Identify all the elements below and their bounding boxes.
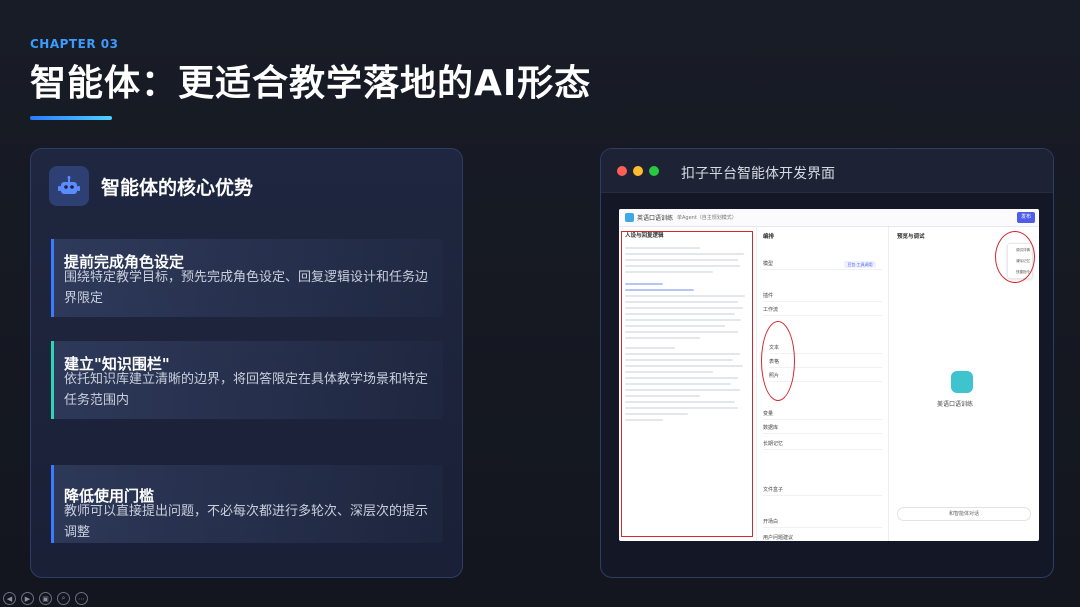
model-chip[interactable]: 豆包·工具调用 <box>844 261 876 268</box>
next-slide-button[interactable]: ▶ <box>21 592 34 605</box>
minimize-dot[interactable] <box>633 166 643 176</box>
item-desc: 依托知识库建立清晰的边界，将回答限定在具体教学场景和特定任务范围内 <box>64 372 429 408</box>
page-title: 智能体：更适合教学落地的AI形态 <box>30 63 592 104</box>
chat-input[interactable]: 和智能体对话 <box>897 507 1031 521</box>
chapter-label: CHAPTER 03 <box>30 37 119 51</box>
prev-slide-button[interactable]: ◀ <box>3 592 16 605</box>
title-underline <box>30 116 112 120</box>
app-name: 英语口语训练 <box>637 215 674 222</box>
advantage-item-threshold: 降低使用门槛 教师可以直接提出问题，不必每次都进行多轮次、深层次的提示调整 <box>51 465 443 543</box>
row-label: 模型 <box>763 261 774 267</box>
more-button[interactable]: ⋯ <box>75 592 88 605</box>
coze-window: 扣子平台智能体开发界面 英语口语训练 单Agent（自主规划模式） 发布 人设与… <box>600 148 1054 578</box>
close-dot[interactable] <box>617 166 627 176</box>
row-plugin[interactable]: 插件 <box>763 291 882 302</box>
row-label: 用户问题建议 <box>763 535 794 541</box>
item-desc: 围绕特定教学目标，预先完成角色设定、回复逻辑设计和任务边界限定 <box>64 270 429 306</box>
item-desc: 教师可以直接提出问题，不必每次都进行多轮次、深层次的提示调整 <box>64 504 429 540</box>
row-filebox[interactable]: 文件盒子 <box>763 485 882 496</box>
row-label: 数据库 <box>763 425 779 431</box>
presentation-toolbar: ◀ ▶ ▣ ⌕ ⋯ <box>3 592 88 605</box>
agent-mode[interactable]: 单Agent（自主规划模式） <box>677 214 737 221</box>
orchestration-title: 编排 <box>763 234 775 240</box>
row-model[interactable]: 模型 豆包·工具调用 <box>763 259 882 270</box>
window-title: 扣子平台智能体开发界面 <box>681 166 835 182</box>
row-label: 文件盒子 <box>763 487 784 493</box>
coze-screenshot: 英语口语训练 单Agent（自主规划模式） 发布 人设与回复逻辑 编排 模型 豆… <box>619 209 1039 541</box>
item-accent <box>51 465 54 543</box>
row-suggestions[interactable]: 用户问题建议 <box>763 533 882 541</box>
row-workflow[interactable]: 工作流 <box>763 305 882 316</box>
app-logo-icon <box>625 213 634 222</box>
item-accent <box>51 341 54 419</box>
card-title: 智能体的核心优势 <box>101 176 254 199</box>
row-label: 长期记忆 <box>763 441 784 447</box>
publish-button[interactable]: 发布 <box>1017 212 1035 223</box>
item-accent <box>51 239 54 317</box>
robot-icon <box>49 166 89 206</box>
row-database[interactable]: 数据库 <box>763 423 882 434</box>
row-label: 开场白 <box>763 519 779 525</box>
advantage-item-knowledge: 建立"知识围栏" 依托知识库建立清晰的边界，将回答限定在具体教学场景和特定任务范… <box>51 341 443 419</box>
card-header: 智能体的核心优势 <box>49 166 253 206</box>
row-variable[interactable]: 变量 <box>763 409 882 420</box>
window-titlebar: 扣子平台智能体开发界面 <box>601 149 1053 193</box>
core-advantages-card: 智能体的核心优势 提前完成角色设定 围绕特定教学目标，预先完成角色设定、回复逻辑… <box>30 148 463 578</box>
zoom-button[interactable]: ⌕ <box>57 592 70 605</box>
highlight-menu <box>995 231 1035 283</box>
row-label: 变量 <box>763 411 774 417</box>
highlight-knowledge <box>761 321 795 401</box>
advantage-item-role: 提前完成角色设定 围绕特定教学目标，预先完成角色设定、回复逻辑设计和任务边界限定 <box>51 239 443 317</box>
row-label: 工作流 <box>763 307 779 313</box>
row-label: 插件 <box>763 293 774 299</box>
bot-name: 美语口语训练 <box>937 401 974 408</box>
row-opening[interactable]: 开场白 <box>763 517 882 528</box>
slides-view-button[interactable]: ▣ <box>39 592 52 605</box>
bot-avatar-icon <box>951 371 973 393</box>
highlight-persona <box>621 231 753 537</box>
screenshot-topbar: 英语口语训练 单Agent（自主规划模式） 发布 <box>619 209 1039 227</box>
maximize-dot[interactable] <box>649 166 659 176</box>
row-memory[interactable]: 长期记忆 <box>763 439 882 450</box>
slide: CHAPTER 03 智能体：更适合教学落地的AI形态 智能体的核心优势 提前完… <box>0 0 1080 607</box>
preview-title: 预览与调试 <box>897 234 925 240</box>
